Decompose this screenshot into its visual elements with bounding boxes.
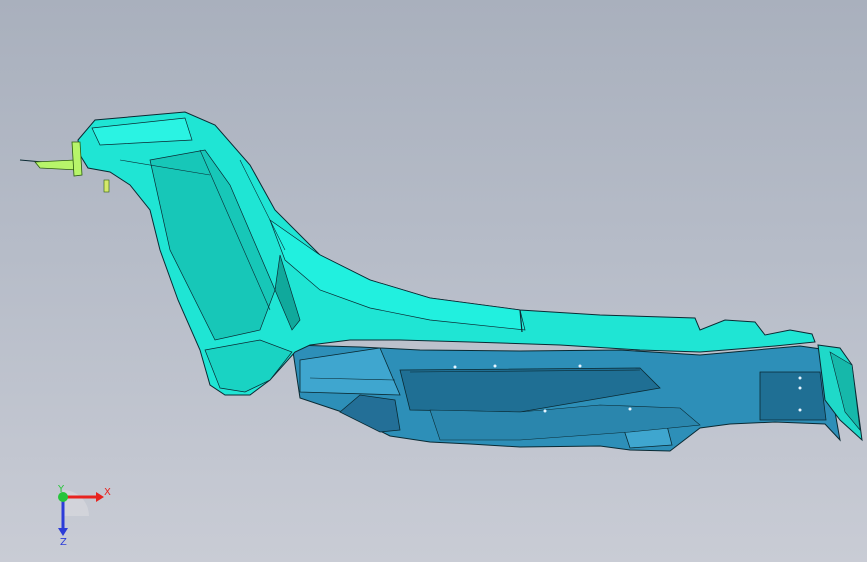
z-axis-arrowhead xyxy=(58,528,68,536)
y-axis-label: Y xyxy=(57,484,65,495)
z-axis-label: Z xyxy=(60,537,67,548)
x-axis-arrowhead xyxy=(96,492,104,502)
cad-viewport[interactable]: X Y Z xyxy=(0,0,867,562)
x-axis-label: X xyxy=(104,487,111,498)
coordinate-triad: X Y Z xyxy=(57,484,111,548)
